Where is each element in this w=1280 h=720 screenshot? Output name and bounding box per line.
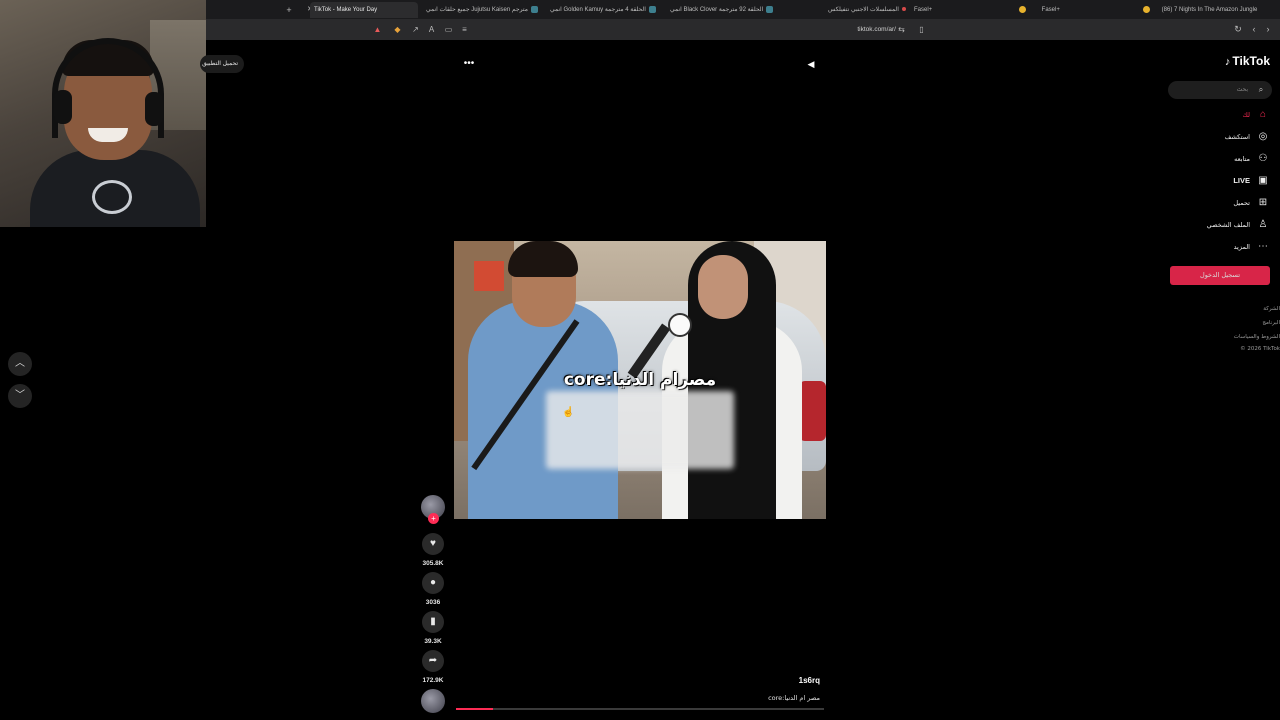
login-button[interactable]: تسجيل الدخول [1170, 266, 1270, 285]
music-disc-avatar[interactable] [421, 689, 445, 713]
tiktok-note-icon: ♪ [1224, 56, 1231, 68]
share-icon[interactable]: ↗ [410, 24, 421, 35]
home-icon: ⌂ [1259, 109, 1267, 120]
volume-icon[interactable]: ◀ [805, 58, 817, 70]
tab-black-clover[interactable]: انمي Black Clover الحلقة 92 مترجمة [670, 2, 782, 18]
tab-series[interactable]: المسلسلات الاجنبي نتفيلكس [828, 2, 912, 18]
nav-label: تحميل [1233, 199, 1250, 207]
video-caption-overlay: core:مصرام الدنيا [563, 370, 717, 390]
blurred-text-box [546, 391, 734, 469]
like-count: 305.8K [422, 560, 444, 567]
nav-label: الملف الشخصي [1206, 221, 1250, 229]
site-favicon-icon [530, 5, 538, 13]
get-app-label: تحميل التطبيق [202, 61, 238, 67]
shield-icon[interactable]: ◆ [392, 24, 403, 35]
forward-icon[interactable]: › [1262, 23, 1274, 35]
bookmark-icon[interactable]: ▯ [916, 24, 927, 35]
next-video-button[interactable]: ﹀ [8, 384, 32, 408]
tiktok-logo[interactable]: ♪ TikTok [1206, 53, 1270, 69]
upload-icon: ⊞ [1258, 197, 1268, 208]
tab-label: المسلسلات الاجنبي نتفيلكس [828, 7, 899, 13]
get-app-button[interactable]: تحميل التطبيق [200, 55, 244, 73]
nav-label: المزيد [1233, 243, 1250, 251]
video-player[interactable]: core:مصرام الدنيا [454, 241, 826, 519]
nav-item-profile[interactable]: الملف الشخصي ♙ [1170, 216, 1272, 234]
tab-label: TikTok - Make Your Day [314, 7, 378, 13]
search-icon[interactable]: ⌕ [1256, 85, 1266, 95]
following-icon: ⚇ [1258, 153, 1268, 164]
video-progress-bar[interactable] [456, 708, 824, 710]
back-icon[interactable]: ‹ [1248, 23, 1260, 35]
comment-count: 3036 [425, 599, 441, 606]
nav-item-upload[interactable]: تحميل ⊞ [1170, 194, 1272, 212]
nav-item-following[interactable]: متابعه ⚇ [1170, 150, 1272, 168]
nav-label: LIVE [1233, 176, 1250, 185]
tab-label: Fasel+ [914, 7, 933, 13]
reader-icon[interactable]: ≡ [459, 24, 470, 35]
nav-label: متابعه [1234, 155, 1250, 163]
site-favicon-icon [648, 5, 656, 13]
like-button[interactable]: ♥ [422, 533, 444, 555]
more-options-icon[interactable]: ••• [462, 58, 476, 70]
search-input[interactable]: بحث ⌕ [1168, 81, 1272, 99]
footer-link-program[interactable]: البرنامج [1200, 320, 1280, 326]
more-icon: ⋯ [1258, 241, 1268, 252]
video-progress-fill [456, 708, 493, 710]
new-tab-button[interactable]: + [284, 2, 294, 18]
tab-fasel-2[interactable]: Fasel+ [1016, 2, 1076, 18]
nav-label: لك [1242, 111, 1250, 119]
tab-youtube[interactable]: (86) 7 Nights In The Amazon Jungle [1140, 2, 1278, 18]
footer-link-terms[interactable]: الشروط والسياسات [1200, 334, 1280, 340]
tab-label: Fasel+ [1041, 7, 1060, 13]
save-button[interactable]: ▮ [422, 611, 444, 633]
tab-jujutsu[interactable]: جميع حلقات انمي Jujutsu Kaisen مترجم [426, 2, 544, 18]
reload-icon[interactable]: ↻ [1232, 23, 1244, 35]
share-arrow-icon: ➦ [428, 655, 438, 666]
nav-item-more[interactable]: المزيد ⋯ [1170, 238, 1272, 256]
tab-label: (86) 7 Nights In The Amazon Jungle [1161, 7, 1258, 13]
tune-icon[interactable]: ⇆ [896, 24, 907, 35]
search-placeholder: بحث [1236, 86, 1248, 93]
comment-icon: ● [429, 577, 437, 588]
tab-tiktok[interactable]: TikTok - Make Your Day [310, 2, 418, 18]
share-count: 172.9K [422, 677, 444, 684]
tab-golden-kamuy[interactable]: انمي Golden Kamuy الحلقة 4 مترجمة [550, 2, 662, 18]
url-field[interactable]: tiktok.com/ar/ [826, 24, 896, 35]
live-icon: ▣ [1258, 175, 1268, 186]
translate-icon[interactable]: A [426, 24, 437, 35]
footer-copyright: © 2026 TikTok [1240, 346, 1280, 352]
heart-icon: ♥ [430, 538, 436, 549]
tab-label: جميع حلقات انمي Jujutsu Kaisen مترجم [426, 7, 528, 13]
screenshot-icon[interactable]: ▭ [443, 24, 454, 35]
compass-icon: ◎ [1258, 131, 1268, 142]
comment-button[interactable]: ● [422, 572, 444, 594]
nav-label: استكشف [1224, 133, 1250, 141]
tab-fasel-1[interactable]: Fasel+ [914, 2, 954, 18]
profile-icon: ♙ [1258, 219, 1268, 230]
footer-link-company[interactable]: الشركة [1200, 306, 1280, 312]
site-favicon-icon [901, 7, 906, 12]
tab-label: انمي Black Clover الحلقة 92 مترجمة [670, 7, 764, 13]
follow-plus-icon[interactable]: + [428, 513, 439, 524]
video-author[interactable]: 1s6rq [740, 676, 820, 685]
site-favicon-icon [1019, 5, 1026, 13]
save-count: 39.3K [424, 638, 442, 645]
nav-item-explore[interactable]: استكشف ◎ [1170, 128, 1272, 146]
tab-label: انمي Golden Kamuy الحلقة 4 مترجمة [550, 7, 646, 13]
webcam-overlay [0, 0, 206, 227]
mouse-cursor-icon: ☝ [562, 407, 575, 418]
share-button[interactable]: ➦ [422, 650, 444, 672]
extension-icon[interactable]: ▲ [372, 24, 383, 35]
site-favicon-icon [1143, 5, 1150, 13]
nav-item-for-you[interactable]: لك ⌂ [1170, 106, 1272, 124]
bookmark-icon: ▮ [430, 616, 436, 627]
video-description: core:مصر ام الدنيا [768, 694, 820, 702]
previous-video-button[interactable]: ︿ [8, 352, 32, 376]
browser-tab-bar: + ✕ TikTok - Make Your Day جميع حلقات ان… [206, 0, 1280, 19]
site-favicon-icon [766, 5, 774, 13]
browser-address-bar: ▲ ◆ ↗ A ▭ ≡ tiktok.com/ar/ ⇆ ▯ ↻ ‹ › [206, 19, 1280, 40]
brand-name: TikTok [1232, 54, 1270, 68]
nav-item-live[interactable]: LIVE ▣ [1170, 172, 1272, 190]
